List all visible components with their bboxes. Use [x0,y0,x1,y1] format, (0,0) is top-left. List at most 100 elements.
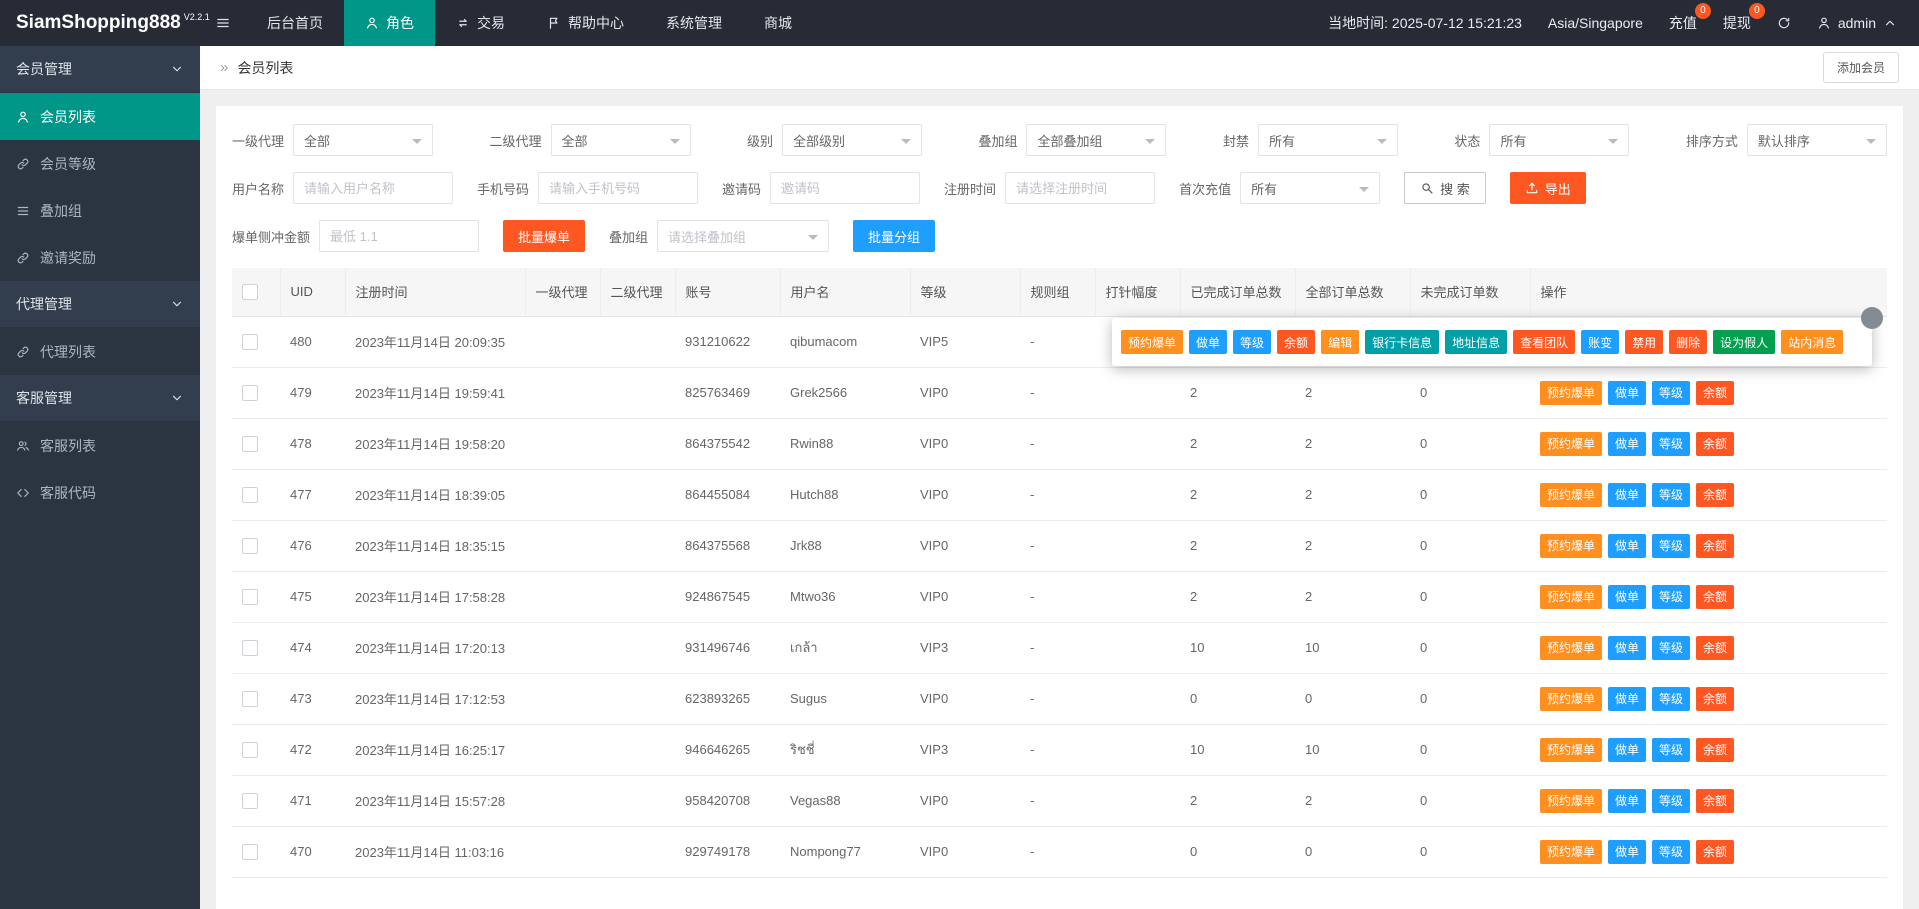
row-action-button[interactable]: 余额 [1696,431,1735,456]
row-action-button[interactable]: 做单 [1608,482,1647,507]
sidebar-item-member-list[interactable]: 会员列表 [0,93,200,140]
row-action-button[interactable]: 等级 [1652,686,1691,711]
popup-action-button[interactable]: 站内消息 [1781,330,1844,354]
row-action-button[interactable]: 做单 [1608,584,1647,609]
row-action-button[interactable]: 等级 [1652,482,1691,507]
row-action-button[interactable]: 等级 [1652,380,1691,405]
row-action-button[interactable]: 做单 [1608,635,1647,660]
row-action-button[interactable]: 预约爆单 [1540,380,1603,405]
row-checkbox[interactable] [242,333,258,350]
filter-input-phone[interactable] [538,172,699,204]
row-action-button[interactable]: 余额 [1696,533,1735,558]
popup-action-button[interactable]: 编辑 [1321,330,1360,354]
filter-select-agent1[interactable]: 全部 [293,124,434,156]
row-action-button[interactable]: 余额 [1696,482,1735,507]
popup-action-button[interactable]: 禁用 [1625,330,1664,354]
row-action-button[interactable]: 等级 [1652,737,1691,762]
row-checkbox[interactable] [242,843,258,860]
admin-menu[interactable]: admin [1817,15,1897,31]
row-checkbox[interactable] [242,792,258,809]
row-action-button[interactable]: 预约爆单 [1540,482,1603,507]
row-action-button[interactable]: 预约爆单 [1540,788,1603,813]
sidebar-group-agent-management[interactable]: 代理管理 [0,281,200,328]
filter-input-username[interactable] [293,172,454,204]
menu-item-role[interactable]: 角色 [344,0,435,46]
popup-close-icon[interactable] [1861,307,1883,329]
menu-item-help-center[interactable]: 帮助中心 [526,0,645,46]
recharge-link[interactable]: 充值 0 [1669,3,1711,33]
popup-action-button[interactable]: 余额 [1277,330,1316,354]
row-action-button[interactable]: 预约爆单 [1540,737,1603,762]
row-action-button[interactable]: 预约爆单 [1540,686,1603,711]
filter-select-first-recharge[interactable]: 所有 [1240,172,1381,204]
popup-action-button[interactable]: 等级 [1233,330,1272,354]
burst-amount-input[interactable] [319,220,480,252]
row-action-button[interactable]: 做单 [1608,533,1647,558]
row-action-button[interactable]: 预约爆单 [1540,839,1603,864]
sidebar-item-service-list[interactable]: 客服列表 [0,422,200,469]
filter-select-agent2[interactable]: 全部 [550,124,691,156]
row-action-button[interactable]: 做单 [1608,686,1647,711]
bulk-burst-button[interactable]: 批量爆单 [503,220,586,252]
row-checkbox[interactable] [242,639,258,656]
popup-action-button[interactable]: 删除 [1669,330,1708,354]
row-action-button[interactable]: 余额 [1696,584,1735,609]
sidebar-item-service-code[interactable]: 客服代码 [0,469,200,516]
row-action-button[interactable]: 余额 [1696,635,1735,660]
popup-action-button[interactable]: 账变 [1581,330,1620,354]
row-checkbox[interactable] [242,588,258,605]
hamburger-icon[interactable] [200,0,246,46]
row-action-button[interactable]: 预约爆单 [1540,635,1603,660]
filter-select-overlay-group[interactable]: 全部叠加组 [1026,124,1167,156]
menu-item-system[interactable]: 系统管理 [645,0,743,46]
popup-action-button[interactable]: 预约爆单 [1121,330,1184,354]
sidebar-group-service-management[interactable]: 客服管理 [0,375,200,422]
filter-input-invite-code[interactable] [770,172,921,204]
row-checkbox[interactable] [242,741,258,758]
menu-item-trade[interactable]: 交易 [435,0,526,46]
popup-action-button[interactable]: 查看团队 [1513,330,1576,354]
menu-item-mall[interactable]: 商城 [743,0,813,46]
popup-action-button[interactable]: 银行卡信息 [1365,330,1440,354]
row-action-button[interactable]: 做单 [1608,788,1647,813]
sidebar-group-member-management[interactable]: 会员管理 [0,46,200,93]
row-checkbox[interactable] [242,486,258,503]
row-action-button[interactable]: 等级 [1652,788,1691,813]
filter-select-status[interactable]: 所有 [1489,124,1630,156]
search-button[interactable]: 搜 索 [1404,172,1486,204]
row-checkbox[interactable] [242,435,258,452]
row-action-button[interactable]: 余额 [1696,839,1735,864]
row-action-button[interactable]: 做单 [1608,380,1647,405]
export-button[interactable]: 导出 [1509,172,1586,204]
row-action-button[interactable]: 预约爆单 [1540,533,1603,558]
row-action-button[interactable]: 等级 [1652,431,1691,456]
select-all-checkbox[interactable] [242,284,258,301]
popup-action-button[interactable]: 地址信息 [1445,330,1508,354]
row-action-button[interactable]: 预约爆单 [1540,431,1603,456]
withdraw-link[interactable]: 提现 0 [1723,3,1765,33]
row-action-button[interactable]: 做单 [1608,431,1647,456]
filter-input-reg-time[interactable] [1005,172,1156,204]
filter-select-sort[interactable]: 默认排序 [1746,124,1887,156]
row-checkbox[interactable] [242,537,258,554]
row-action-button[interactable]: 做单 [1608,737,1647,762]
row-action-button[interactable]: 等级 [1652,584,1691,609]
popup-action-button[interactable]: 设为假人 [1713,330,1776,354]
popup-action-button[interactable]: 做单 [1189,330,1228,354]
row-action-button[interactable]: 等级 [1652,635,1691,660]
row-action-button[interactable]: 余额 [1696,380,1735,405]
bulk-group-button[interactable]: 批量分组 [853,220,936,252]
sidebar-item-overlay-group[interactable]: 叠加组 [0,187,200,234]
row-action-button[interactable]: 预约爆单 [1540,584,1603,609]
row-action-button[interactable]: 余额 [1696,686,1735,711]
row-action-button[interactable]: 等级 [1652,533,1691,558]
sidebar-item-member-level[interactable]: 会员等级 [0,140,200,187]
filter-select-ban[interactable]: 所有 [1257,124,1398,156]
row-action-button[interactable]: 做单 [1608,839,1647,864]
row-checkbox[interactable] [242,690,258,707]
sidebar-item-invite-reward[interactable]: 邀请奖励 [0,234,200,281]
sidebar-item-agent-list[interactable]: 代理列表 [0,328,200,375]
row-action-button[interactable]: 余额 [1696,788,1735,813]
menu-item-home[interactable]: 后台首页 [246,0,344,46]
add-member-button[interactable]: 添加会员 [1822,52,1899,83]
